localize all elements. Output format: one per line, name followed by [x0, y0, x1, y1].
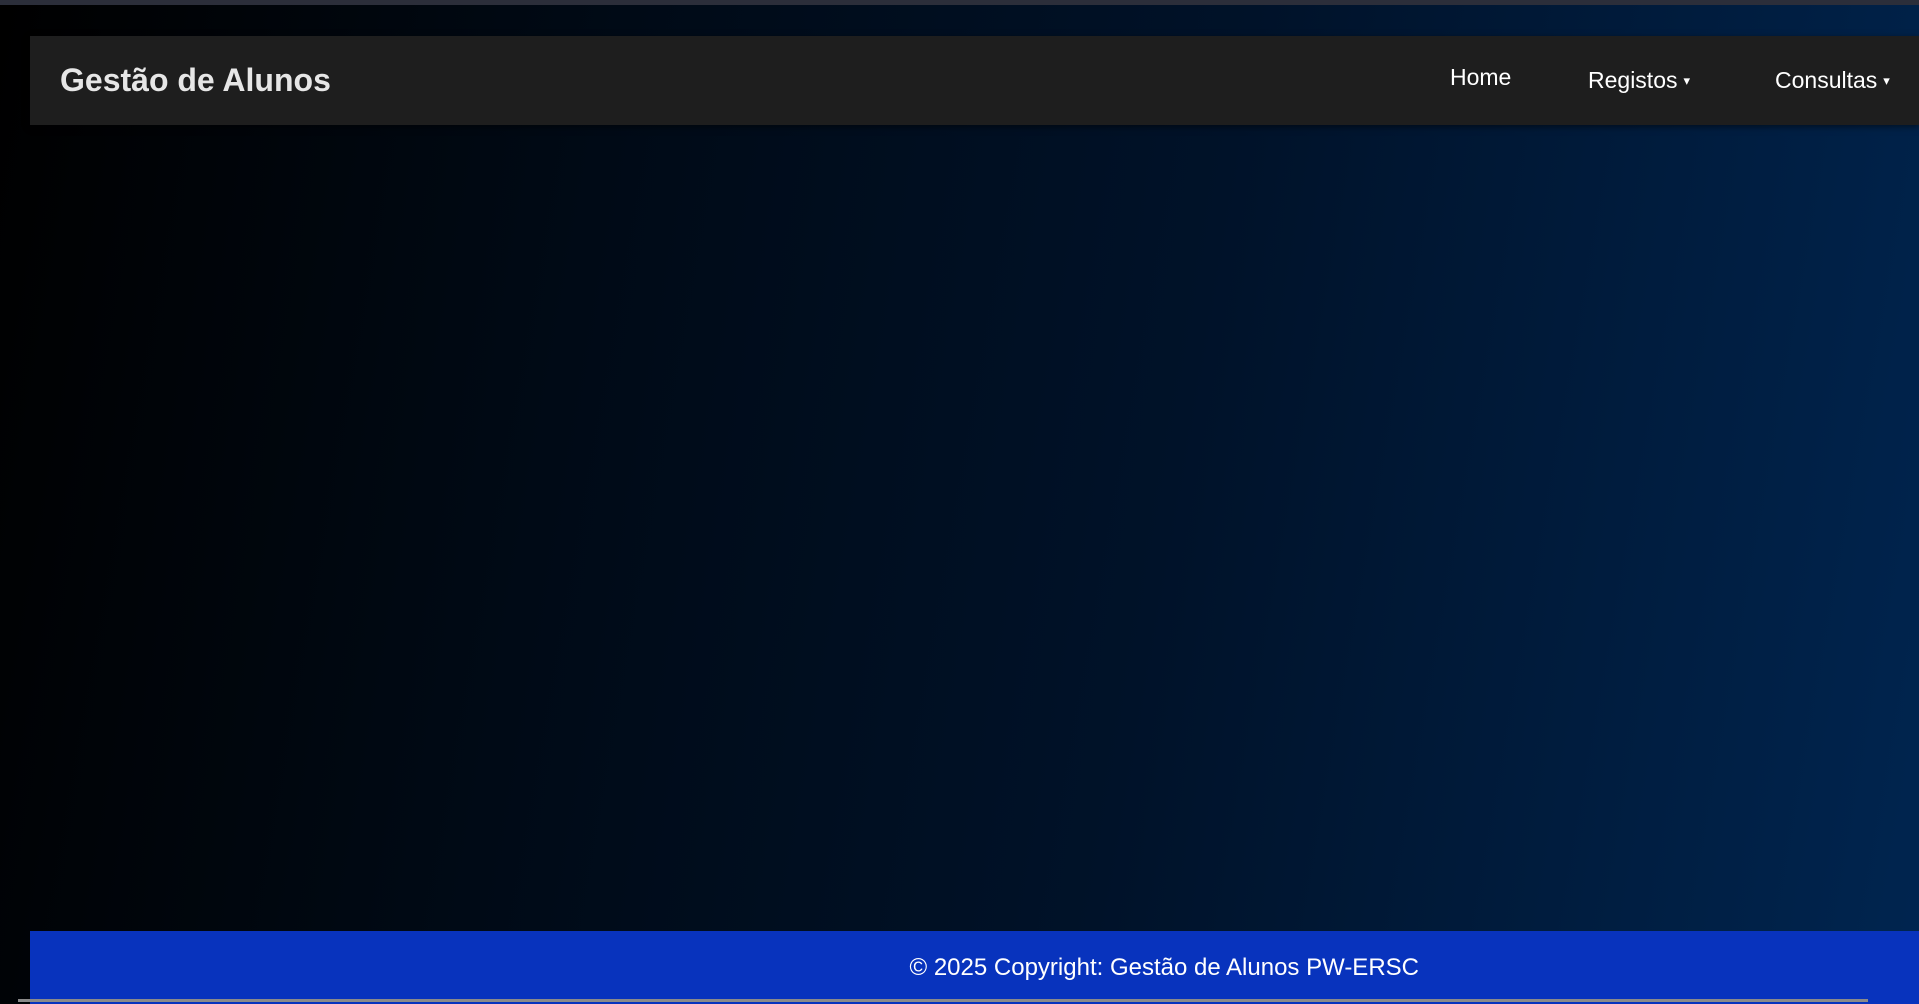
nav-registos-label: Registos — [1588, 67, 1678, 93]
browser-top-strip — [0, 0, 1919, 5]
nav-consultas-label: Consultas — [1775, 67, 1878, 93]
caret-down-icon: ▾ — [1683, 73, 1691, 88]
nav-home-link[interactable]: Home — [1450, 33, 1511, 122]
nav-registos-dropdown[interactable]: Registos ▾ — [1588, 36, 1690, 125]
footer-brand-link[interactable]: Gestão de Alunos PW-ERSC — [1110, 954, 1419, 981]
nav-consultas-dropdown[interactable]: Consultas ▾ — [1775, 36, 1890, 125]
nav-home-label: Home — [1450, 64, 1512, 90]
navbar: Gestão de Alunos Home Registos ▾ Consulta… — [30, 36, 1919, 125]
brand-link[interactable]: Gestão de Alunos — [60, 36, 331, 125]
footer-copyright: © 2025 Copyright: Gestão de Alunos PW-ER… — [30, 931, 1419, 1004]
copyright-prefix: © 2025 Copyright: — [909, 954, 1104, 981]
window-bottom-edge — [18, 999, 1868, 1002]
caret-down-icon: ▾ — [1883, 73, 1890, 88]
footer: © 2025 Copyright: Gestão de Alunos PW-ER… — [30, 931, 1919, 1004]
